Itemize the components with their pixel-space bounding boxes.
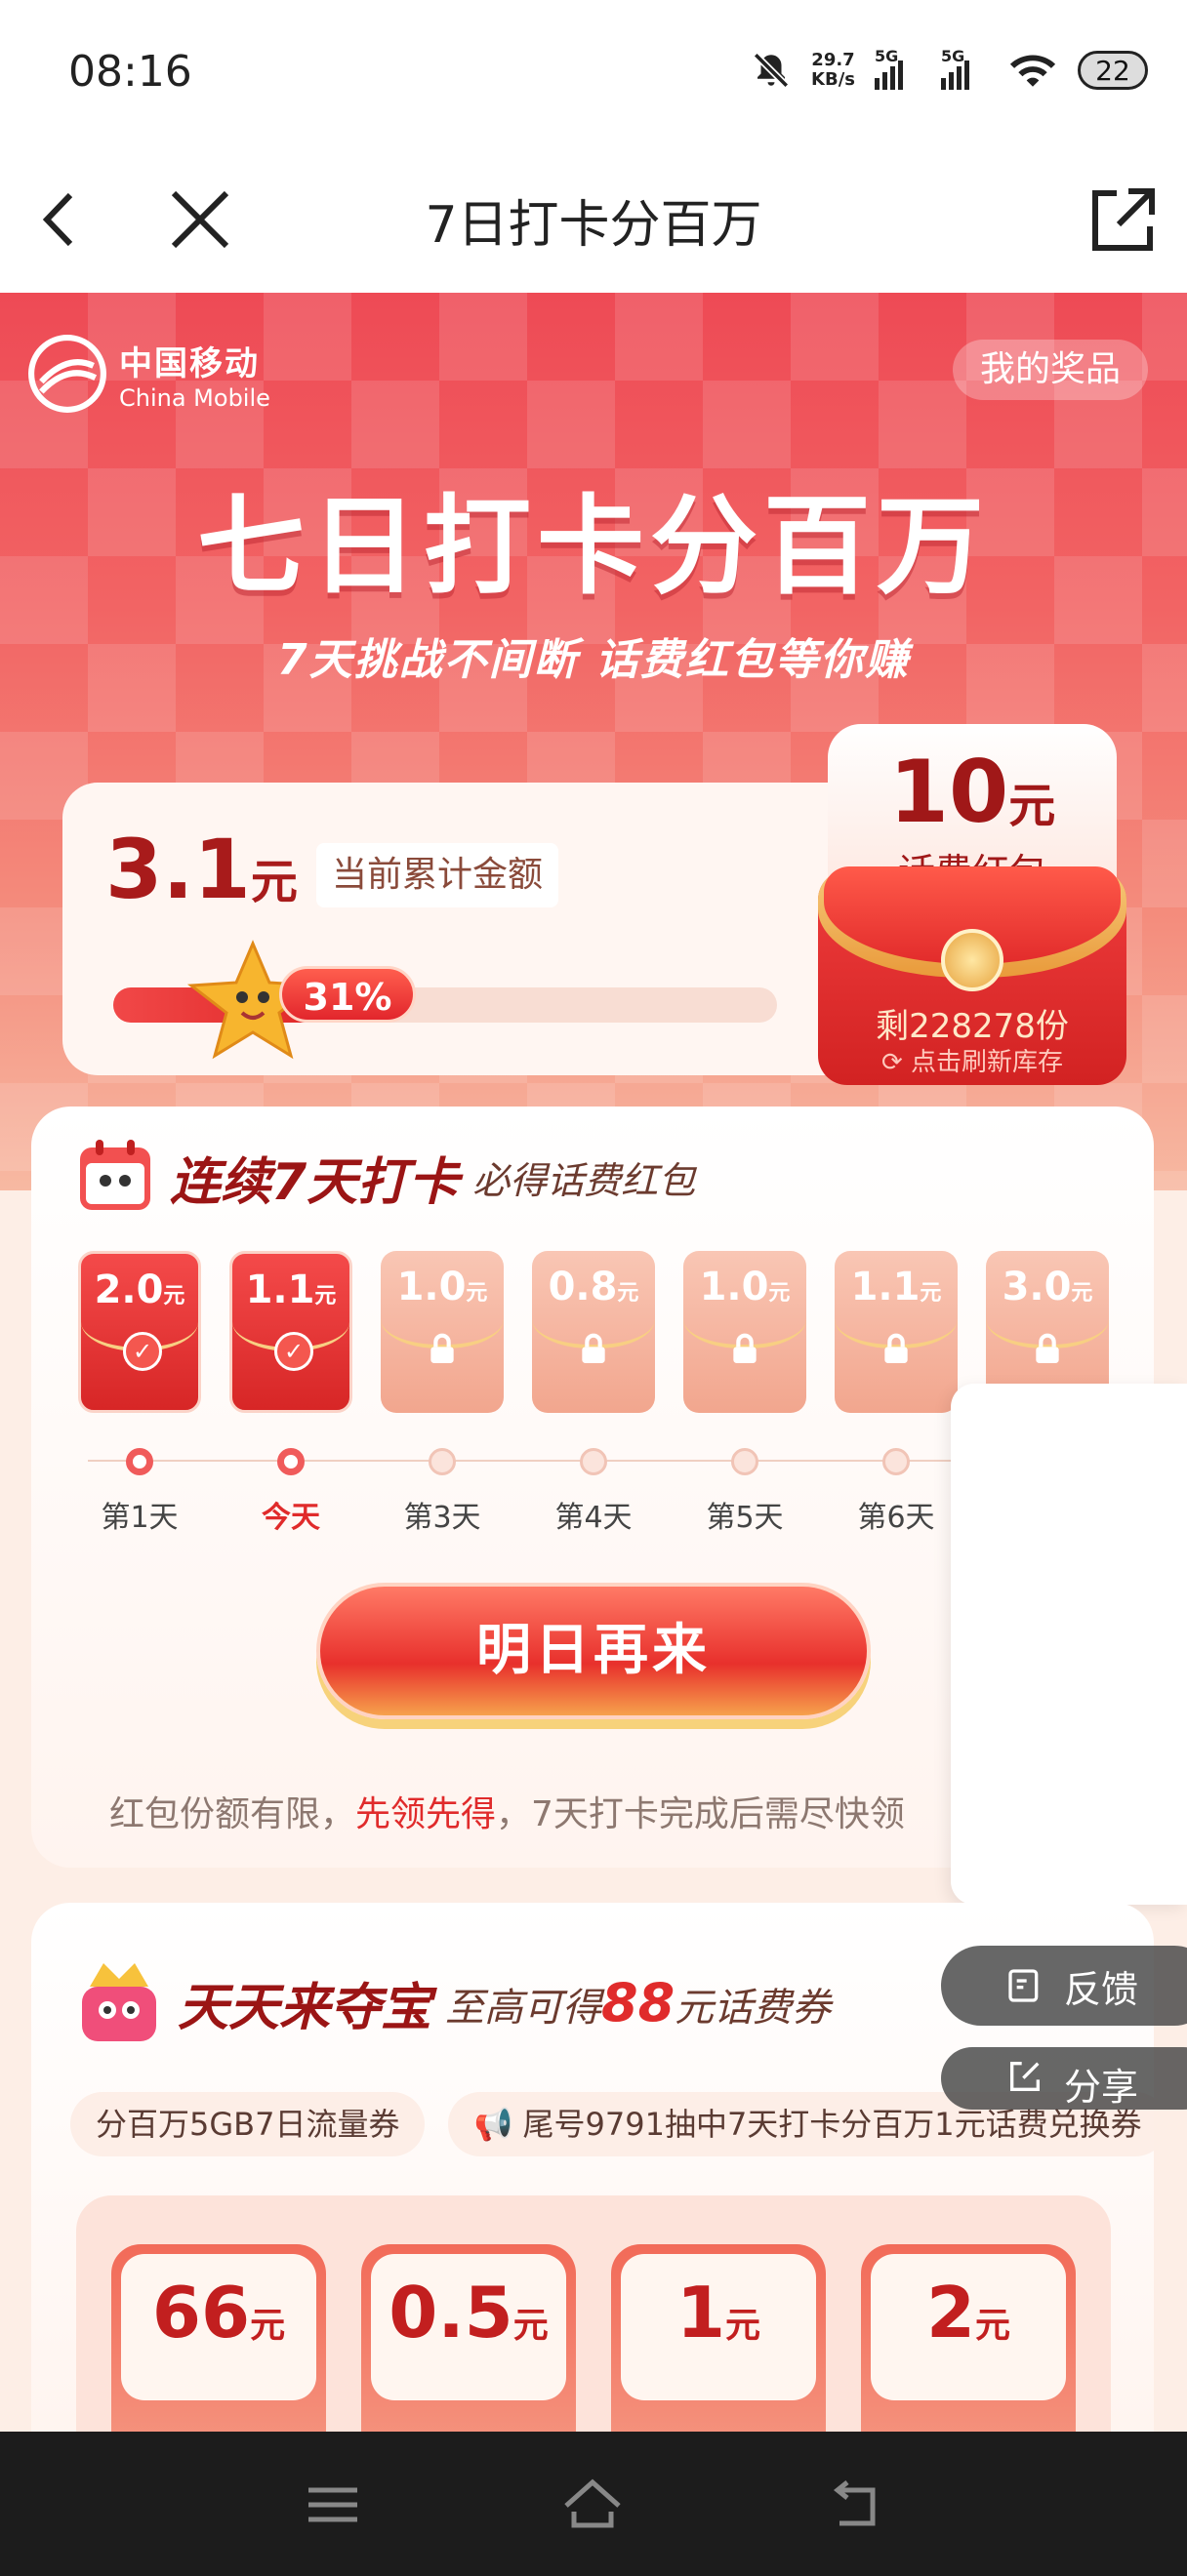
- my-prizes-button[interactable]: 我的奖品: [952, 340, 1148, 400]
- lock-icon: [877, 1329, 916, 1368]
- menu-icon[interactable]: [299, 2471, 367, 2539]
- nav-bar: 7日打卡分百万: [0, 146, 1187, 293]
- checkin-day-2: 1.1元 ✓: [229, 1251, 352, 1413]
- day-reward-card: 1.1元: [835, 1251, 958, 1413]
- day-reward-card: 1.1元 ✓: [229, 1251, 352, 1413]
- day-reward-amount: 1.0元: [396, 1265, 488, 1309]
- treasure-mascot-icon: [82, 1963, 156, 2041]
- treasure-title: 天天来夺宝: [178, 1978, 432, 2037]
- prize-value: 66元: [151, 2272, 286, 2354]
- system-nav-bar: [0, 2432, 1187, 2576]
- checkin-title: 连续7天打卡: [170, 1152, 460, 1212]
- red-packet-widget[interactable]: 10元 话费红包 剩228278份 ⟳ 点击刷新库存: [806, 724, 1138, 1114]
- day-label: 第4天: [554, 1501, 633, 1535]
- feedback-button[interactable]: 反馈: [941, 1946, 1187, 2026]
- timeline-dot: [126, 1448, 153, 1475]
- come-back-tomorrow-button[interactable]: 明日再来: [316, 1583, 871, 1719]
- day-reward-amount: 1.1元: [850, 1265, 942, 1309]
- accumulated-amount-card: 3.1元 当前累计金额 31%: [62, 783, 873, 1075]
- megaphone-icon: 📢: [473, 2106, 523, 2143]
- day-label: 第3天: [403, 1501, 481, 1535]
- treasure-subtitle: 至高可得88元话费券: [445, 1971, 832, 2033]
- accumulated-amount-label: 当前累计金额: [316, 843, 559, 907]
- signal-icon-1: 5G: [875, 47, 921, 90]
- check-icon: ✓: [123, 1332, 162, 1371]
- hero-title: 七日打卡分百万: [197, 484, 990, 609]
- check-icon: ✓: [274, 1332, 313, 1371]
- floating-popup-blank: [951, 1384, 1187, 1905]
- prize-value: 0.5元: [389, 2272, 549, 2354]
- checkin-day-6: 1.1元: [835, 1251, 958, 1413]
- lock-icon: [725, 1329, 764, 1368]
- prize-value: 1元: [675, 2272, 761, 2354]
- timeline-dot: [277, 1448, 305, 1475]
- treasure-header: 天天来夺宝 至高可得88元话费券: [74, 1957, 831, 2047]
- calendar-icon: [80, 1140, 150, 1210]
- accumulated-amount: 3.1元: [105, 822, 298, 917]
- network-speed: 29.7 KB/s: [811, 50, 855, 90]
- day-label: 第6天: [857, 1501, 935, 1535]
- lock-icon: [574, 1329, 613, 1368]
- status-bar: 08:16 29.7 KB/s 5G 5G 22: [0, 0, 1187, 146]
- day-label: 第5天: [706, 1501, 784, 1535]
- china-mobile-logo-icon: [28, 335, 106, 413]
- share-icon: [1010, 2062, 1040, 2091]
- checkin-day-5: 1.0元: [683, 1251, 806, 1413]
- packet-remaining: 剩228278份: [876, 1007, 1069, 1046]
- day-reward-amount: 1.0元: [699, 1265, 791, 1309]
- day-reward-card: 1.0元: [381, 1251, 504, 1413]
- timeline-dot: [882, 1448, 910, 1475]
- timeline-dot: [429, 1448, 456, 1475]
- checkin-header: 连续7天打卡 必得话费红包: [74, 1138, 695, 1216]
- ticker-item: 分百万5GB7日流量券: [70, 2092, 426, 2156]
- signal-icon-2: 5G: [941, 47, 988, 90]
- timeline-dot: [580, 1448, 607, 1475]
- day-label: 第1天: [101, 1501, 179, 1535]
- page-title: 7日打卡分百万: [425, 196, 762, 255]
- checkin-subtitle: 必得话费红包: [472, 1158, 696, 1202]
- day-reward-card: 2.0元 ✓: [78, 1251, 201, 1413]
- red-packet-value: 10元: [888, 742, 1056, 842]
- refresh-icon: ⟳: [880, 1048, 912, 1077]
- share-button[interactable]: 分享: [941, 2047, 1187, 2110]
- checkin-day-1: 2.0元 ✓: [78, 1251, 201, 1413]
- checkin-day-3: 1.0元: [381, 1251, 504, 1413]
- lock-icon: [423, 1329, 462, 1368]
- battery-indicator: 22: [1078, 51, 1148, 90]
- status-icons: 29.7 KB/s 5G 5G 22: [751, 47, 1148, 94]
- refresh-stock-link[interactable]: ⟳ 点击刷新库存: [818, 1042, 1126, 1078]
- wifi-icon: [1009, 55, 1056, 87]
- coin-icon: [941, 929, 1003, 991]
- mute-bell-icon: [753, 52, 790, 89]
- clock: 08:16: [68, 47, 192, 97]
- timeline-dot: [731, 1448, 758, 1475]
- progress-percent-badge: 31%: [279, 966, 416, 1023]
- day-reward-amount: 2.0元: [94, 1268, 185, 1312]
- checkin-note: 红包份额有限，先领先得，7天打卡完成后需尽快领: [109, 1794, 905, 1834]
- day-reward-card: 0.8元: [532, 1251, 655, 1413]
- home-icon[interactable]: [558, 2471, 627, 2539]
- day-reward-card: 1.0元: [683, 1251, 806, 1413]
- hero-subtitle: 7天挑战不间断 话费红包等你赚: [277, 635, 910, 685]
- back-icon[interactable]: [820, 2471, 888, 2539]
- lock-icon: [1028, 1329, 1067, 1368]
- checkin-day-4: 0.8元: [532, 1251, 655, 1413]
- day-reward-amount: 0.8元: [548, 1265, 639, 1309]
- prize-value: 2元: [925, 2272, 1011, 2354]
- share-out-icon[interactable]: [1080, 176, 1167, 263]
- china-mobile-logo: 中国移动 China Mobile: [27, 334, 270, 414]
- feedback-edit-icon: [1008, 1969, 1039, 2002]
- day-reward-amount: 1.1元: [245, 1268, 337, 1312]
- day-label: 今天: [262, 1501, 320, 1535]
- day-reward-amount: 3.0元: [1002, 1265, 1093, 1309]
